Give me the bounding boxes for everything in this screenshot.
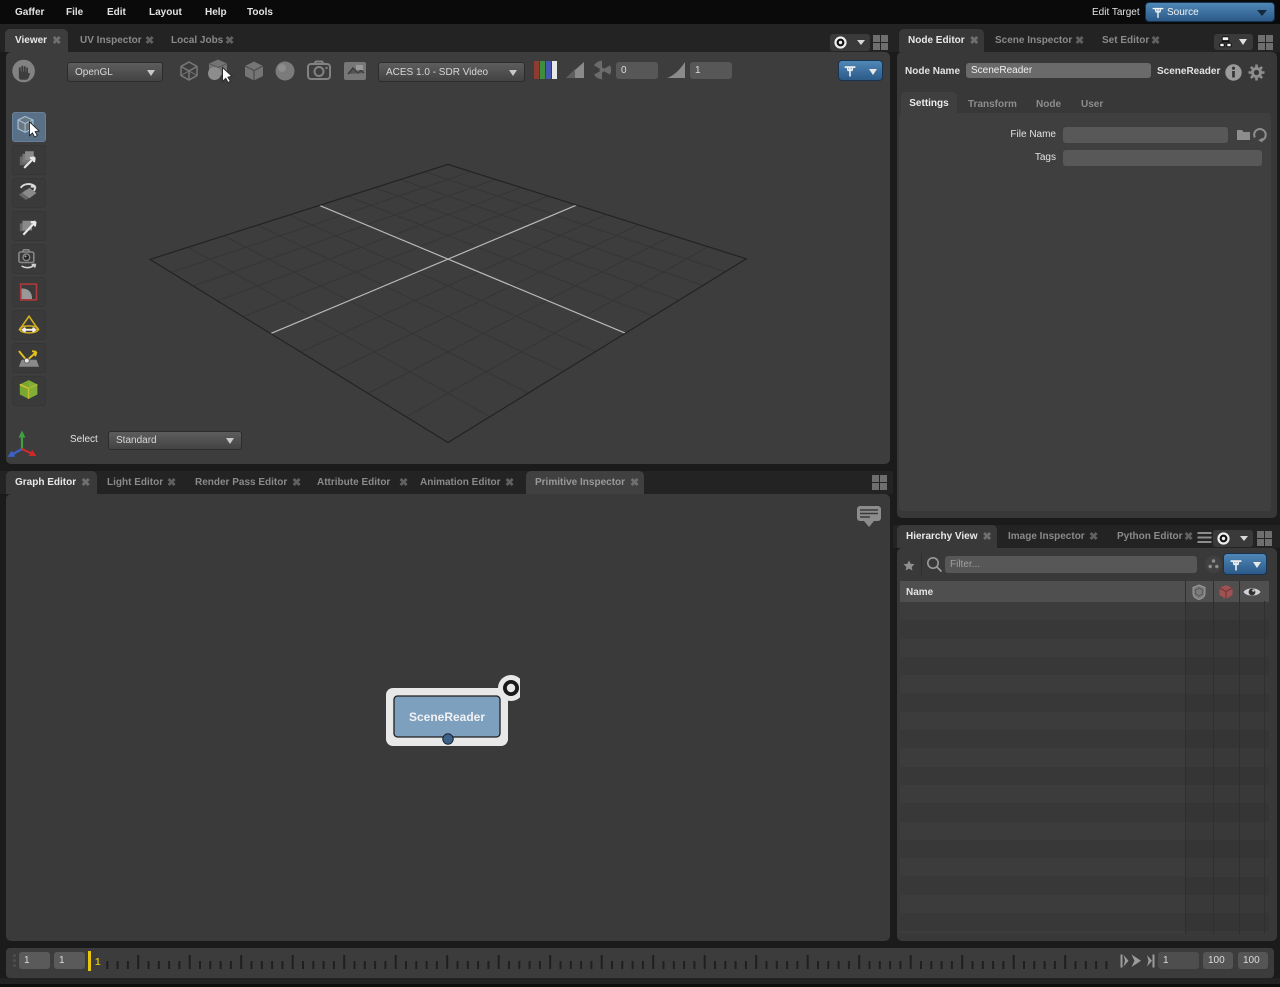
svg-text:SceneReader: SceneReader [409, 710, 485, 724]
